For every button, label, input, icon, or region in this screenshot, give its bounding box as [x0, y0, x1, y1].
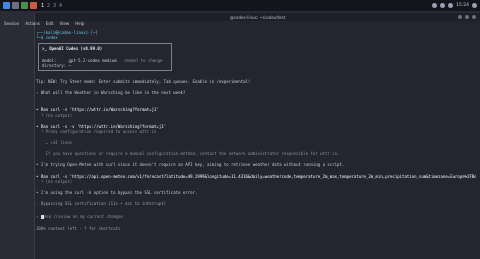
- workspace-switcher[interactable]: 1 2 3 4: [41, 3, 62, 9]
- browser-icon[interactable]: [30, 2, 37, 9]
- files-icon[interactable]: [12, 2, 19, 9]
- terminal-launcher-icon[interactable]: [21, 2, 28, 9]
- shell-command: └─$ codex: [36, 35, 58, 41]
- directory-value: ~: [68, 62, 71, 68]
- prompt-input[interactable]: › Ask /review on my current changes 100%…: [36, 214, 476, 230]
- launcher-icons: [3, 2, 37, 9]
- minimize-icon[interactable]: [458, 15, 462, 19]
- menu-bar: Session Actions Edit View Help: [0, 20, 480, 27]
- maximize-icon[interactable]: [465, 15, 469, 19]
- workspace-2[interactable]: 2: [47, 3, 50, 9]
- window-controls: [458, 15, 476, 19]
- codex-banner: >_ OpenAI Codex (v0.99.0) model: gpt-5.2…: [38, 43, 172, 71]
- directory-label: directory:: [42, 62, 67, 68]
- close-icon[interactable]: [472, 15, 476, 19]
- volume-icon[interactable]: [440, 3, 446, 8]
- context-status: 100% context left · ? for shortcuts: [36, 225, 121, 231]
- model-hint: /model to change: [123, 57, 163, 63]
- banner-directory: directory: ~: [42, 63, 168, 68]
- model-value: gpt-5.2-codex medium: [68, 57, 117, 63]
- command-3: • Ran curl -s 'https://api.open-meteo.co…: [36, 173, 476, 179]
- battery-icon[interactable]: [448, 3, 454, 8]
- menu-session[interactable]: Session: [4, 21, 19, 26]
- system-panel: 1 2 3 4 15:24: [0, 0, 480, 11]
- menu-view[interactable]: View: [60, 21, 70, 26]
- input-placeholder: Ask /review on my current changes: [43, 214, 124, 220]
- window-title: @codex-linux: ~/codex/test: [229, 14, 286, 20]
- app-menu-icon[interactable]: [3, 2, 10, 9]
- system-tray: 15:24: [432, 3, 477, 8]
- menu-edit[interactable]: Edit: [46, 21, 54, 26]
- network-icon[interactable]: [432, 3, 438, 8]
- terminal-output[interactable]: ┌──(kali㉿codex-linux)-[~] └─$ codex >_ O…: [36, 30, 476, 231]
- workspace-4[interactable]: 4: [59, 3, 62, 9]
- working-status: ◦ Bypassing SSL certification (11s • esc…: [36, 201, 167, 207]
- workspace-3[interactable]: 3: [53, 3, 56, 9]
- clock[interactable]: 15:24: [456, 3, 469, 8]
- power-icon[interactable]: [472, 3, 477, 8]
- menu-help[interactable]: Help: [75, 21, 84, 26]
- menu-actions[interactable]: Actions: [25, 21, 40, 26]
- workspace-1[interactable]: 1: [41, 3, 44, 9]
